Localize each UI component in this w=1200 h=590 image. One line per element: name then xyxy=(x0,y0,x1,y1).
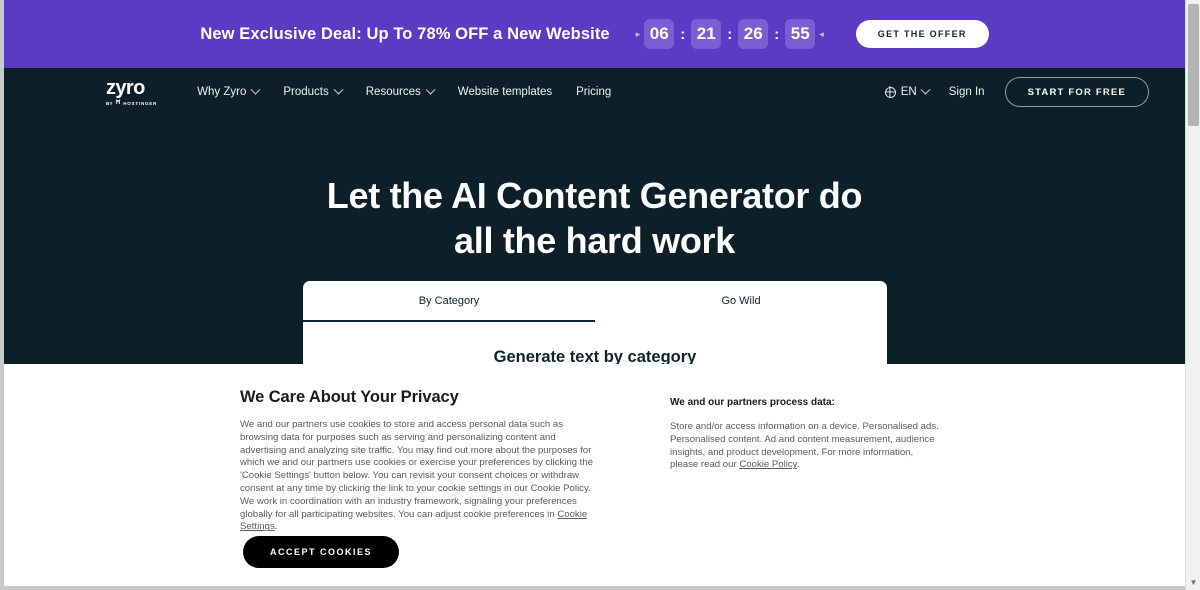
logo-wordmark: zyro xyxy=(106,77,145,99)
generator-tabs: By Category Go Wild xyxy=(303,281,887,322)
nav-item-pricing[interactable]: Pricing xyxy=(576,86,611,98)
nav-item-why-zyro[interactable]: Why Zyro xyxy=(197,84,261,98)
web-page: New Exclusive Deal: Up To 78% OFF a New … xyxy=(4,0,1185,590)
sign-in-link[interactable]: Sign In xyxy=(949,86,985,98)
language-label: EN xyxy=(900,86,917,98)
chevron-down-icon xyxy=(250,84,261,95)
nav-links: Why Zyro Products Resources Website temp… xyxy=(197,84,611,98)
countdown-timer: ▸ 06 : 21 : 26 : 55 ◂ xyxy=(636,19,824,49)
cookie-partners-column: We and our partners process data: Store … xyxy=(670,388,942,534)
cookie-banner-content: We Care About Your Privacy We and our pa… xyxy=(4,364,1185,534)
window-bottom-edge xyxy=(0,586,1200,590)
nav-item-label: Resources xyxy=(365,86,421,98)
nav-item-resources[interactable]: Resources xyxy=(365,84,436,98)
vertical-scrollbar[interactable]: ▲ ▼ xyxy=(1185,0,1200,590)
hostinger-mark-icon: Ħ xyxy=(115,100,121,106)
cookie-policy-link[interactable]: Cookie Policy xyxy=(739,459,796,470)
cookie-partners-title: We and our partners process data: xyxy=(670,397,835,408)
scroll-down-arrow-icon[interactable]: ▼ xyxy=(1186,576,1200,590)
logo-byline: BY Ħ HOSTINGER xyxy=(106,100,157,106)
tab-by-category[interactable]: By Category xyxy=(303,295,595,322)
nav-item-website-templates[interactable]: Website templates xyxy=(458,86,552,98)
countdown-separator: : xyxy=(680,25,686,43)
window-left-edge xyxy=(0,0,4,590)
nav-item-products[interactable]: Products xyxy=(283,84,344,98)
countdown-right-caret-icon: ◂ xyxy=(819,28,824,39)
cookie-banner-title: We Care About Your Privacy xyxy=(240,388,459,406)
nav-right-actions: EN Sign In START FOR FREE xyxy=(884,77,1149,107)
countdown-separator: : xyxy=(774,25,780,43)
cookie-partners-tail: . xyxy=(796,459,800,471)
chevron-down-icon xyxy=(425,84,436,95)
cookie-primary-column: We Care About Your Privacy We and our pa… xyxy=(240,388,596,534)
start-for-free-button[interactable]: START FOR FREE xyxy=(1004,77,1149,107)
accept-cookies-button[interactable]: ACCEPT COOKIES xyxy=(243,536,400,568)
page-title: Let the AI Content Generator do all the … xyxy=(4,178,1185,259)
language-selector[interactable]: EN xyxy=(884,84,931,98)
nav-item-label: Why Zyro xyxy=(197,86,247,98)
countdown-left-caret-icon: ▸ xyxy=(635,28,641,39)
scrollbar-thumb[interactable] xyxy=(1188,4,1199,126)
globe-icon xyxy=(884,86,896,98)
nav-item-label: Products xyxy=(283,86,329,98)
zyro-logo[interactable]: zyro BY Ħ HOSTINGER xyxy=(106,78,157,106)
nav-item-label: Website templates xyxy=(457,86,553,98)
chevron-down-icon xyxy=(920,84,931,95)
chevron-down-icon xyxy=(333,84,344,95)
promo-banner-text: New Exclusive Deal: Up To 78% OFF a New … xyxy=(200,24,610,43)
promo-banner: New Exclusive Deal: Up To 78% OFF a New … xyxy=(4,0,1185,68)
cookie-body-text: We and our partners use cookies to store… xyxy=(240,419,594,520)
browser-viewport: New Exclusive Deal: Up To 78% OFF a New … xyxy=(0,0,1200,590)
logo-by-text: BY xyxy=(106,100,113,106)
cookie-consent-banner: We Care About Your Privacy We and our pa… xyxy=(4,364,1185,590)
logo-brand-text: HOSTINGER xyxy=(123,100,158,106)
countdown-seconds: 55 xyxy=(785,19,816,49)
hero-title-line-2: all the hard work xyxy=(454,220,735,261)
main-navigation: zyro BY Ħ HOSTINGER Why Zyro Products Re… xyxy=(4,68,1185,116)
countdown-separator: : xyxy=(727,25,733,43)
nav-item-label: Pricing xyxy=(576,86,612,98)
cookie-partners-text: Store and/or access information on a dev… xyxy=(670,421,939,471)
cookie-banner-body: We and our partners use cookies to store… xyxy=(240,419,596,534)
countdown-hours: 21 xyxy=(691,19,722,49)
countdown-minutes: 26 xyxy=(738,19,769,49)
get-the-offer-button[interactable]: GET THE OFFER xyxy=(855,20,989,48)
tab-go-wild[interactable]: Go Wild xyxy=(595,295,887,322)
hero-title-line-1: Let the AI Content Generator do xyxy=(326,175,863,216)
countdown-days: 06 xyxy=(644,19,675,49)
cookie-body-tail: . xyxy=(274,521,278,533)
cookie-partners-body: Store and/or access information on a dev… xyxy=(670,421,942,472)
